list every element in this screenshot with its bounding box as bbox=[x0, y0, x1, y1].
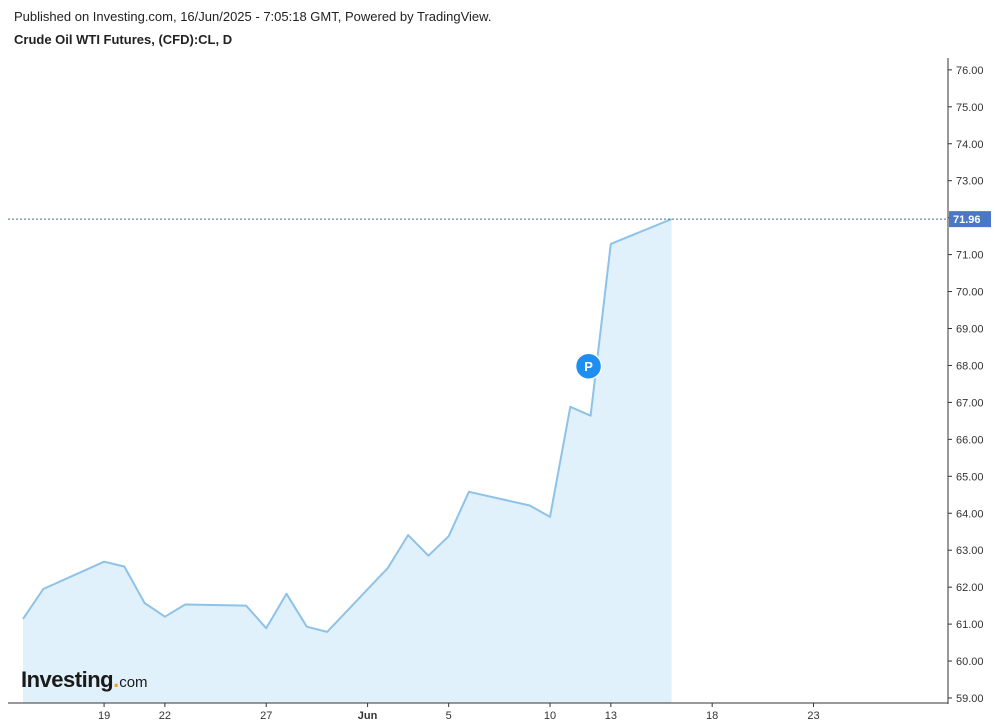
x-tick-label: 23 bbox=[807, 710, 819, 722]
data-point-2025-05-28 bbox=[284, 591, 289, 596]
data-point-2025-06-10 bbox=[548, 514, 553, 519]
data-point-2025-05-15 bbox=[21, 616, 26, 621]
data-point-2025-06-04 bbox=[426, 553, 431, 558]
y-tick-label: 69.00 bbox=[956, 324, 984, 336]
y-tick-label: 61.00 bbox=[956, 619, 984, 631]
data-point-2025-06-05 bbox=[446, 534, 451, 539]
y-tick-label: 66.00 bbox=[956, 434, 984, 446]
data-point-2025-05-27 bbox=[264, 626, 269, 631]
x-tick-label: 18 bbox=[706, 710, 718, 722]
y-tick-label: 64.00 bbox=[956, 508, 984, 520]
y-tick-label: 63.00 bbox=[956, 545, 984, 557]
event-marker-label: P bbox=[584, 359, 593, 374]
x-tick-label: 22 bbox=[159, 710, 171, 722]
data-point-2025-05-30 bbox=[325, 629, 330, 634]
x-tick-label: 13 bbox=[605, 710, 617, 722]
x-tick-label: 19 bbox=[98, 710, 110, 722]
area-layer bbox=[21, 218, 672, 703]
data-point-2025-05-20 bbox=[122, 564, 127, 569]
y-tick-label: 62.00 bbox=[956, 582, 984, 594]
data-point-2025-05-21 bbox=[142, 601, 147, 606]
data-point-2025-05-16 bbox=[41, 587, 46, 592]
data-point-2025-06-03 bbox=[406, 533, 411, 538]
price-chart[interactable]: 59.00 60.00 61.00 62.00 63.00 64.00 65.00 66.00… bbox=[0, 0, 995, 727]
x-tick-label: 5 bbox=[446, 710, 452, 722]
data-point-2025-05-23 bbox=[183, 602, 188, 607]
data-point-2025-06-13 bbox=[608, 241, 613, 246]
data-point-2025-05-22 bbox=[162, 614, 167, 619]
data-point-2025-05-19 bbox=[102, 559, 107, 564]
y-tick-label: 73.00 bbox=[956, 176, 984, 188]
x-tick-label: 27 bbox=[260, 710, 272, 722]
y-tick-label: 60.00 bbox=[956, 656, 984, 668]
data-point-2025-05-26 bbox=[244, 603, 249, 608]
data-point-2025-05-29 bbox=[304, 624, 309, 629]
last-price-badge-label: 71.96 bbox=[953, 214, 981, 226]
area-fill bbox=[23, 219, 672, 703]
y-tick-label: 65.00 bbox=[956, 471, 984, 483]
data-point-2025-06-06 bbox=[466, 489, 471, 494]
y-tick-label: 74.00 bbox=[956, 139, 984, 151]
data-point-2025-06-02 bbox=[385, 565, 390, 570]
x-tick-label: Jun bbox=[358, 710, 378, 722]
y-tick-label: 71.00 bbox=[956, 250, 984, 262]
y-tick-label: 59.00 bbox=[956, 693, 984, 705]
logo-main-text: Investing bbox=[21, 667, 114, 692]
data-point-2025-06-12 bbox=[588, 413, 593, 418]
last-price-badge: 71.96 bbox=[949, 211, 991, 228]
logo-suffix: com bbox=[119, 674, 148, 691]
event-marker[interactable]: P bbox=[574, 352, 603, 380]
y-tick-label: 68.00 bbox=[956, 360, 984, 372]
y-tick-label: 76.00 bbox=[956, 65, 984, 77]
y-tick-label: 75.00 bbox=[956, 102, 984, 114]
data-point-2025-06-11 bbox=[568, 404, 573, 409]
y-tick-label: 70.00 bbox=[956, 287, 984, 299]
investing-logo: Investing.com bbox=[21, 667, 148, 693]
x-tick-label: 10 bbox=[544, 710, 556, 722]
marker-layer[interactable]: P bbox=[574, 352, 603, 380]
y-tick-label: 67.00 bbox=[956, 397, 984, 409]
data-point-2025-06-09 bbox=[527, 503, 532, 508]
